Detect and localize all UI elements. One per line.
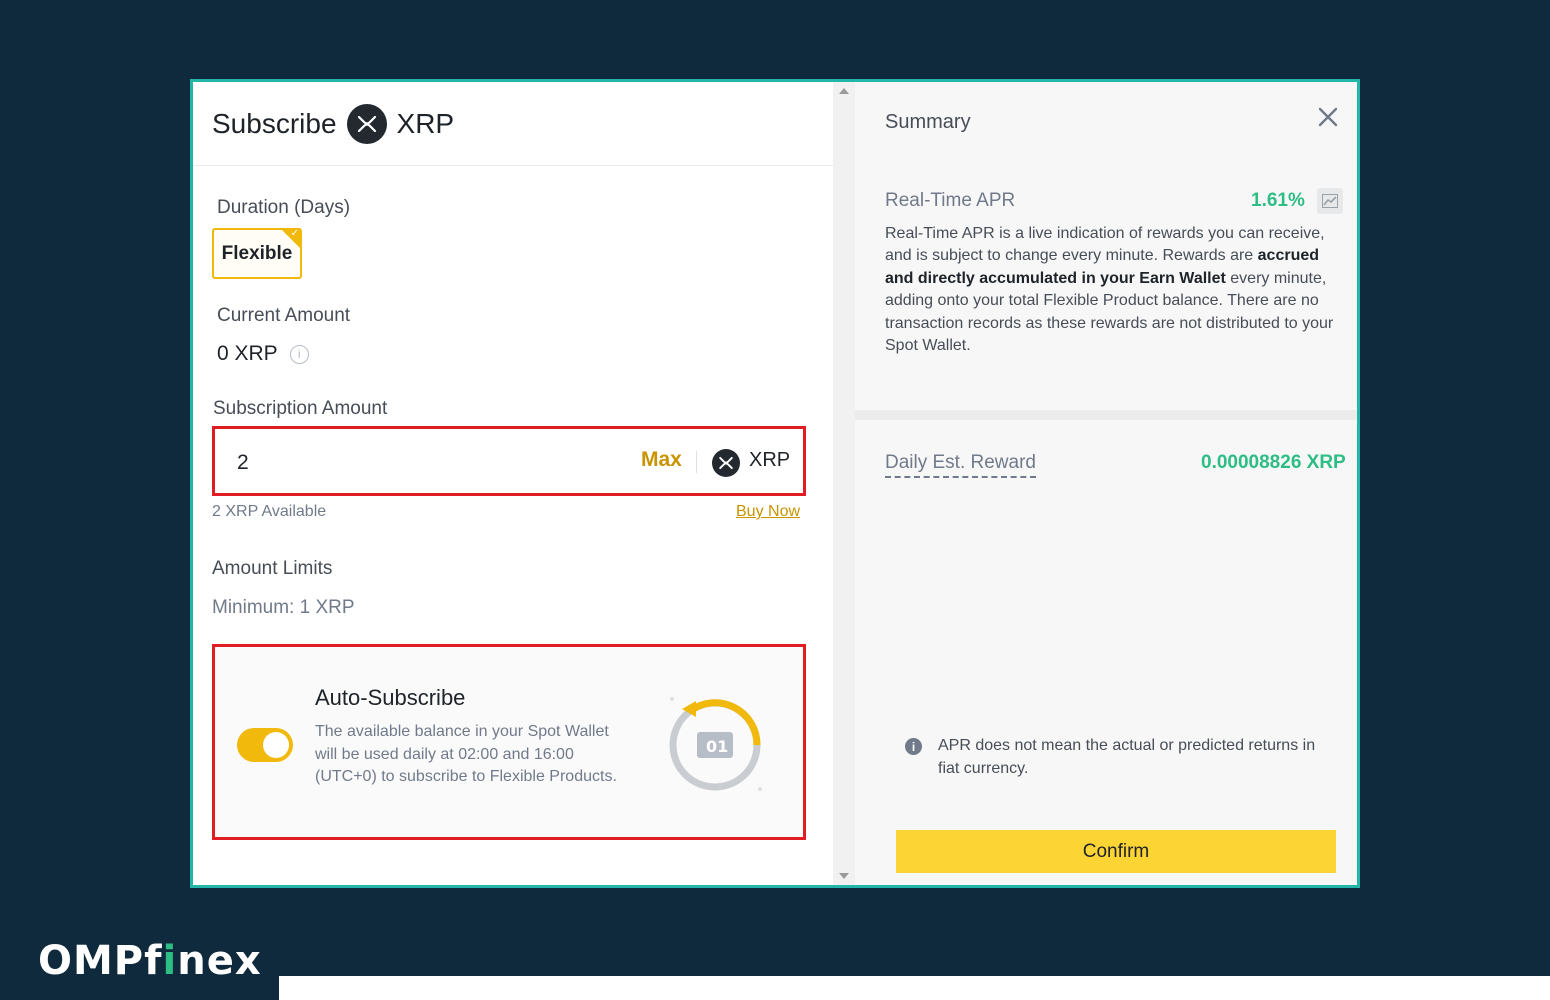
brand-logo: OMPfinex <box>38 938 262 984</box>
auto-subscribe-card: Auto-Subscribe The available balance in … <box>212 644 806 840</box>
confirm-button[interactable]: Confirm <box>896 830 1336 873</box>
brand-part1: OMPf <box>38 938 163 984</box>
amount-unit: XRP <box>749 449 791 471</box>
info-filled-icon: i <box>905 738 922 755</box>
coin-name: XRP <box>396 107 455 139</box>
summary-panel: Summary Real-Time APR 1.61% Real-Time AP… <box>855 82 1357 885</box>
info-icon[interactable]: i <box>289 344 309 364</box>
available-balance: 2 XRP Available <box>212 503 327 520</box>
subscribe-panel: Subscribe XRP Duration (Days) Flexible ✓… <box>193 82 833 885</box>
section-divider <box>855 410 1357 420</box>
auto-subscribe-description: The available balance in your Spot Walle… <box>315 723 617 785</box>
apr-disclaimer: APR does not mean the actual or predicte… <box>938 737 1316 777</box>
daily-reward-value: 0.00008826 XRP <box>1201 452 1346 473</box>
apr-value: 1.61% <box>1251 190 1305 211</box>
amount-input[interactable] <box>237 451 537 475</box>
xrp-coin-icon <box>712 449 740 477</box>
chart-icon[interactable] <box>1317 188 1343 214</box>
scrollbar[interactable] <box>833 82 855 885</box>
modal-header: Subscribe XRP <box>193 82 833 166</box>
brand-part3: nex <box>177 938 262 984</box>
current-amount-value: 0 XRP <box>217 342 278 365</box>
current-amount: 0 XRP i <box>217 342 309 366</box>
amount-limits-label: Amount Limits <box>212 558 333 579</box>
scroll-down-icon[interactable] <box>839 873 849 879</box>
duration-label: Duration (Days) <box>217 197 351 218</box>
subscription-amount-field: Max XRP <box>212 426 806 496</box>
auto-subscribe-toggle[interactable] <box>237 728 293 762</box>
current-amount-label: Current Amount <box>217 305 351 326</box>
auto-renew-illustration-icon: 01 <box>660 687 770 802</box>
apr-description: Real-Time APR is a live indication of re… <box>885 223 1345 357</box>
subscription-amount-label: Subscription Amount <box>213 398 388 419</box>
apr-label: Real-Time APR <box>885 190 1016 211</box>
check-icon: ✓ <box>290 228 299 239</box>
duration-option-flexible[interactable]: Flexible ✓ <box>212 228 302 279</box>
xrp-coin-icon <box>346 103 387 144</box>
toggle-knob <box>263 732 289 758</box>
summary-title: Summary <box>885 111 971 133</box>
bottom-bar <box>279 976 1550 1000</box>
scroll-up-icon[interactable] <box>839 88 849 94</box>
minimum-amount: Minimum: 1 XRP <box>212 597 355 618</box>
daily-reward-label[interactable]: Daily Est. Reward <box>885 452 1036 478</box>
buy-now-link[interactable]: Buy Now <box>736 503 800 521</box>
divider <box>696 451 697 473</box>
brand-part2: i <box>162 938 178 984</box>
auto-subscribe-title: Auto-Subscribe <box>315 685 466 710</box>
svg-text:01: 01 <box>706 737 728 756</box>
max-button[interactable]: Max <box>641 448 682 472</box>
subscribe-modal: Subscribe XRP Duration (Days) Flexible ✓… <box>190 79 1360 888</box>
close-icon[interactable] <box>1317 106 1339 133</box>
page-title: Subscribe <box>212 107 337 139</box>
